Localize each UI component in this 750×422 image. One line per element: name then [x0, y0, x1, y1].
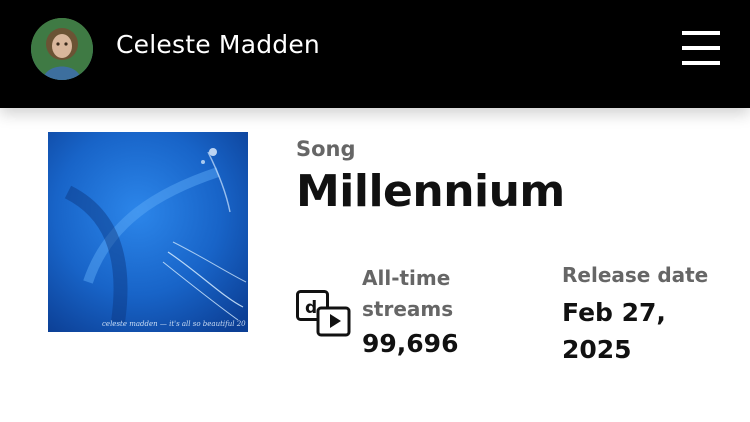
artist-avatar[interactable]: [31, 18, 93, 80]
release-date-value: Feb 27, 2025: [562, 298, 666, 364]
streams-label: All-time streams: [362, 266, 454, 321]
streams-value: 99,696: [362, 329, 459, 358]
music-video-icon: d: [296, 290, 352, 338]
item-type-label: Song: [296, 137, 356, 161]
release-date-label: Release date: [562, 263, 709, 287]
album-cover-art: celeste madden — it's all so beautiful 2…: [48, 132, 248, 332]
top-bar: Celeste Madden: [0, 0, 750, 108]
artist-name[interactable]: Celeste Madden: [116, 30, 320, 59]
hamburger-menu-icon[interactable]: [682, 31, 720, 65]
svg-text:d: d: [305, 298, 317, 318]
cover-caption: celeste madden — it's all so beautiful 2…: [102, 320, 246, 328]
song-title: Millennium: [296, 166, 565, 217]
